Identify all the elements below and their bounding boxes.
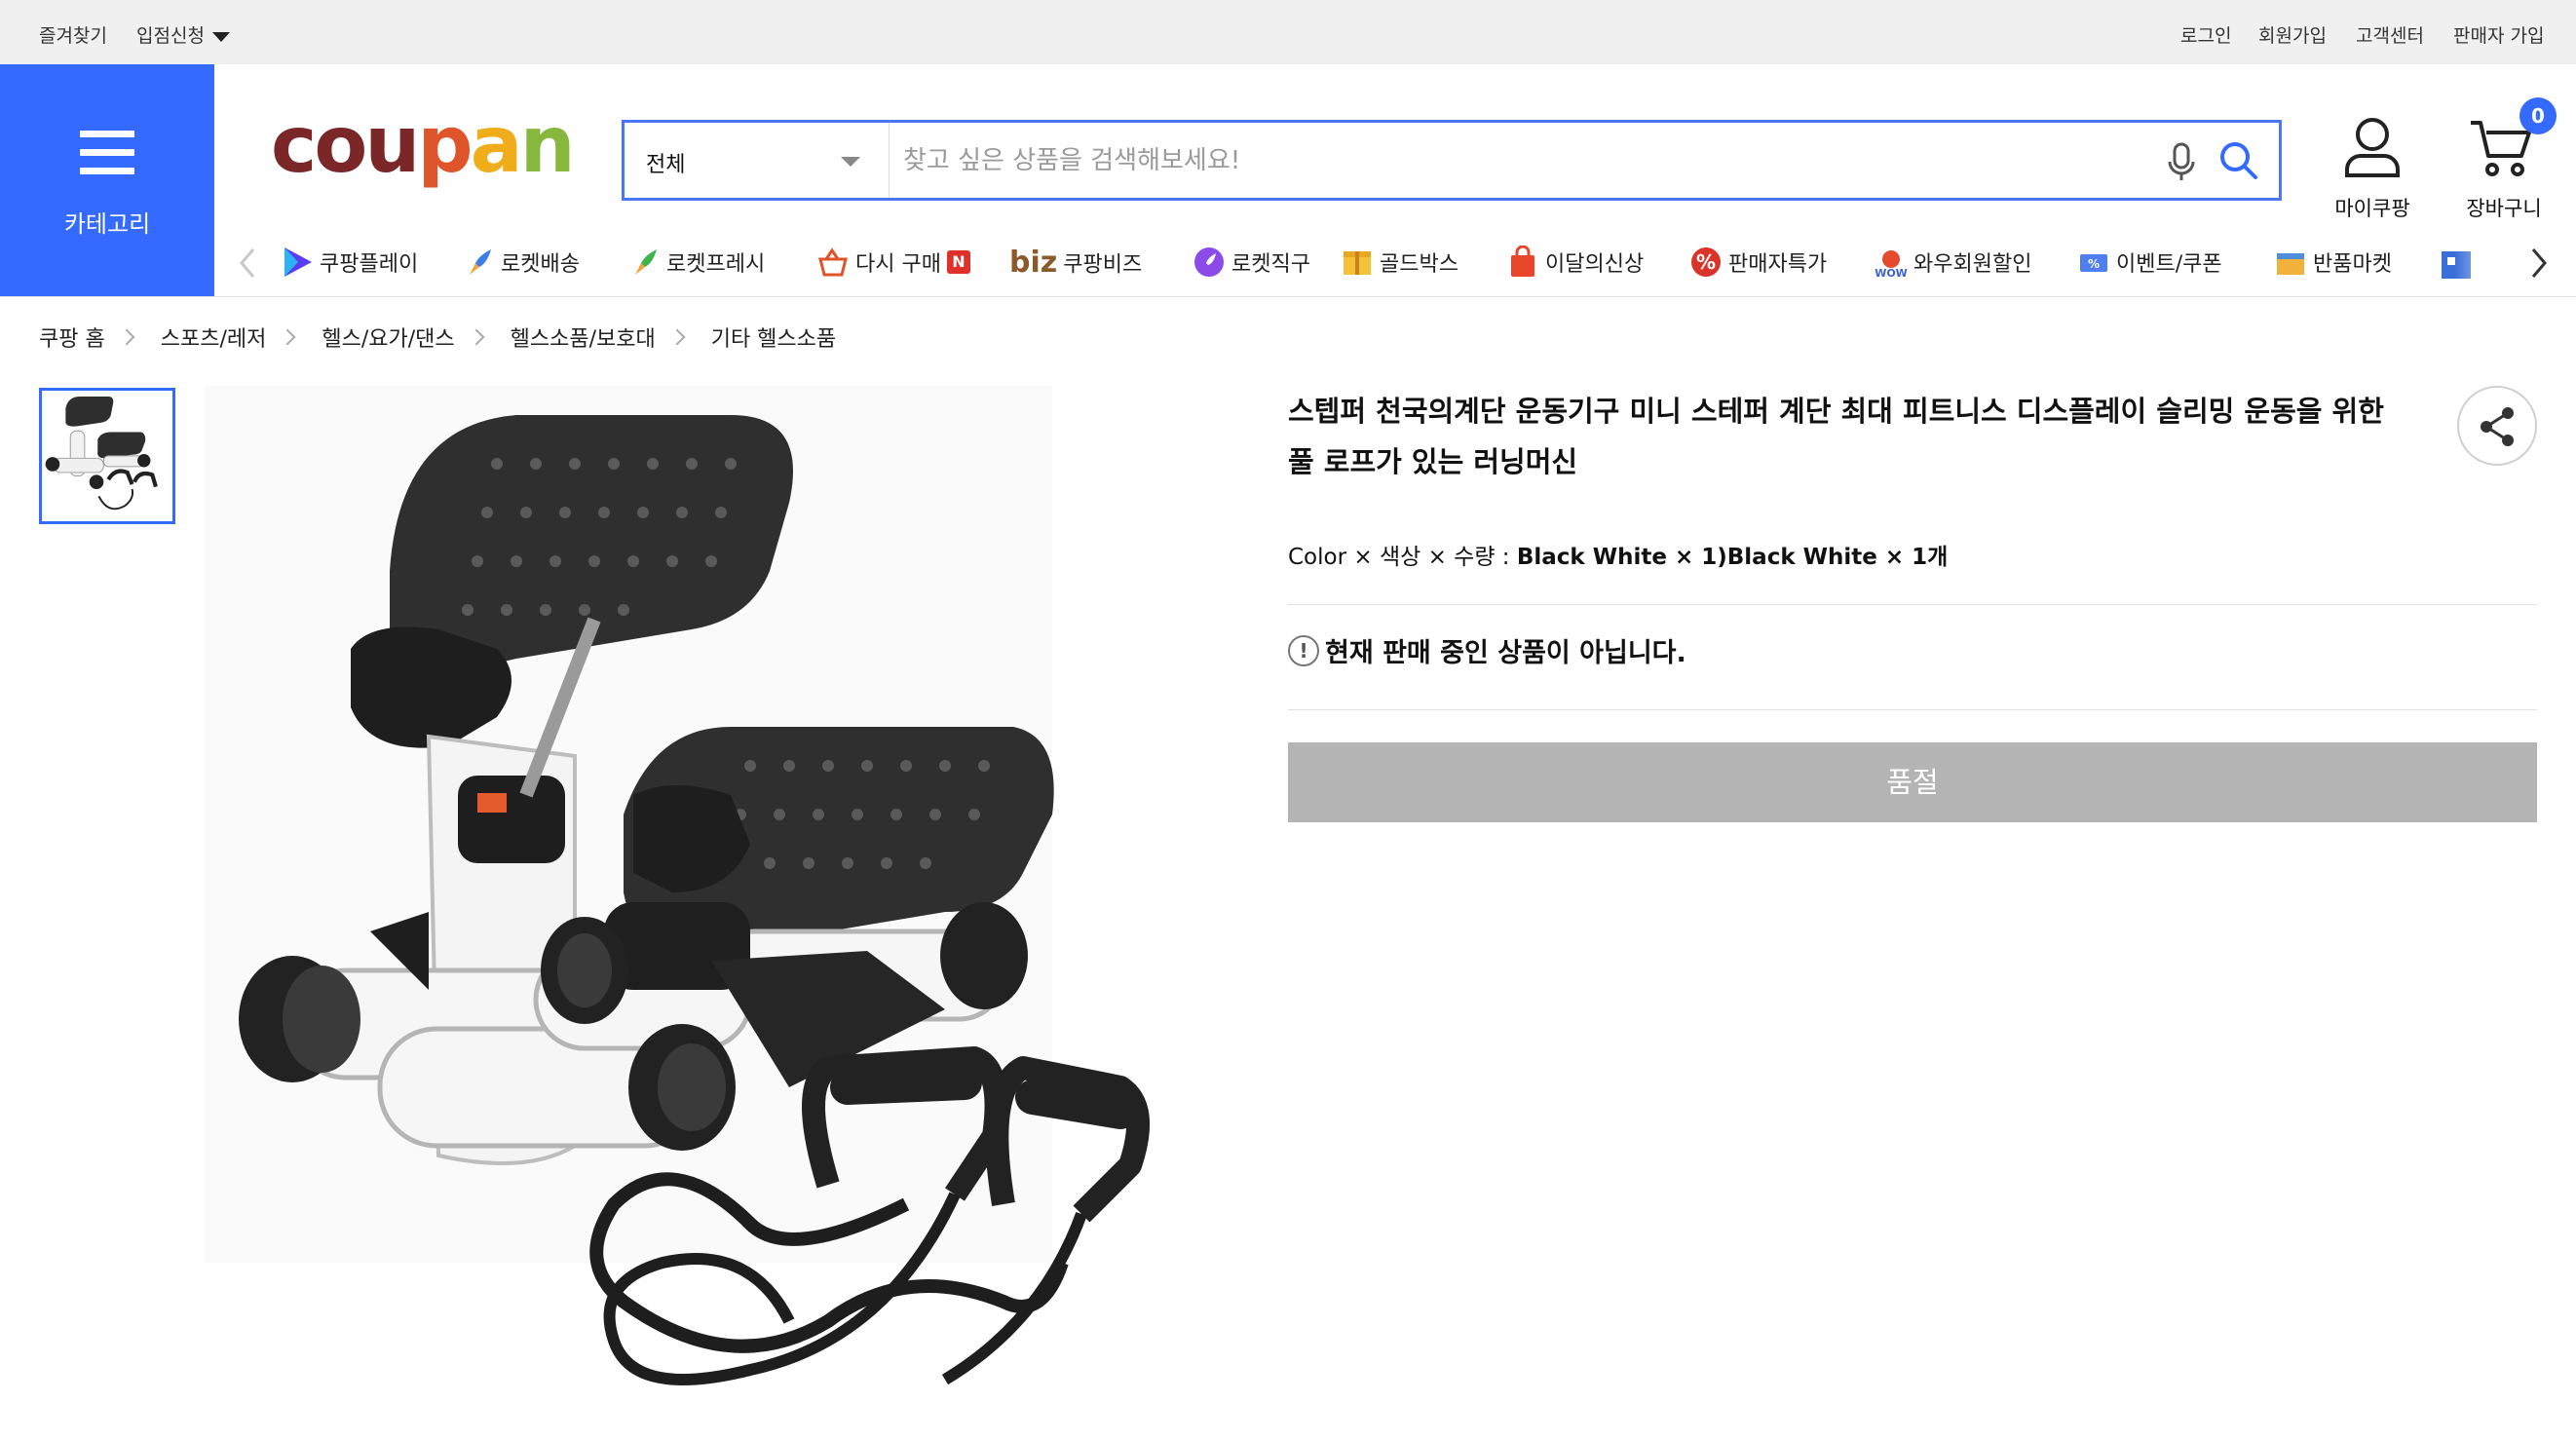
- options-label: Color × 색상 × 수량 :: [1288, 545, 1517, 570]
- chevron-right-icon[interactable]: [2519, 244, 2558, 283]
- nav-item-coupang-play[interactable]: 쿠팡플레이: [281, 246, 418, 284]
- breadcrumb-item-sports[interactable]: 스포츠/레저: [161, 322, 267, 353]
- coupang-logo-mark: coupang: [271, 99, 628, 190]
- chevron-down-icon: [841, 157, 860, 167]
- chevron-right-icon: [279, 328, 296, 346]
- login-link[interactable]: 로그인: [2180, 21, 2231, 48]
- nav-item-monthly-new[interactable]: 이달의신상: [1506, 246, 1644, 284]
- nav-item-seller-deal[interactable]: % 판매자특가: [1689, 246, 1827, 284]
- play-icon: [284, 247, 312, 277]
- cart-count-badge: 0: [2519, 97, 2557, 134]
- goldbox-icon: [1344, 251, 1371, 275]
- search-input[interactable]: [903, 138, 1975, 182]
- chevron-right-icon: [118, 328, 135, 346]
- service-nav-menu: 쿠팡플레이 로켓배송 로켓프레시 다시 구매 N biz 쿠팡비즈 로켓직구 골드박…: [214, 232, 2576, 296]
- new-badge: N: [946, 250, 970, 274]
- search-icon[interactable]: [2216, 138, 2261, 183]
- microphone-icon[interactable]: [2162, 140, 2201, 183]
- breadcrumb-item-home[interactable]: 쿠팡 홈: [39, 322, 105, 353]
- options-value: Black White × 1)Black White × 1개: [1516, 545, 1949, 570]
- svg-text:WOW: WOW: [1875, 267, 1908, 279]
- biz-icon: biz: [1009, 246, 1058, 280]
- product-main-image[interactable]: [205, 386, 1276, 1440]
- return-market-icon: [2277, 253, 2304, 275]
- product-thumbnail[interactable]: [39, 388, 175, 524]
- breadcrumb-item-health-goods[interactable]: 헬스소품/보호대: [511, 322, 656, 353]
- chevron-left-icon[interactable]: [228, 244, 267, 283]
- seller-apply-dropdown[interactable]: 입점신청: [136, 21, 230, 48]
- customer-center-link[interactable]: 고객센터: [2356, 21, 2424, 48]
- nav-item-return-market[interactable]: 반품마켓: [2274, 246, 2392, 284]
- coupon-icon: %: [2080, 254, 2107, 272]
- wow-icon: WOW: [1875, 250, 1908, 279]
- nav-item-wow-discount[interactable]: WOW 와우회원할인: [1875, 246, 2031, 284]
- new-bag-icon: [1511, 246, 1534, 277]
- user-icon: [2345, 118, 2400, 177]
- hamburger-icon: [80, 131, 134, 175]
- mycoupang-label: 마이쿠팡: [2334, 197, 2410, 220]
- breadcrumb-item-health-yoga[interactable]: 헬스/요가/댄스: [322, 322, 454, 353]
- nav-item-rocket-delivery[interactable]: 로켓배송: [462, 246, 580, 284]
- divider: [1288, 604, 2537, 605]
- not-for-sale-text: 현재 판매 중인 상품이 아닙니다.: [1325, 638, 1686, 668]
- selected-options: Color × 색상 × 수량 : Black White × 1)Black …: [1288, 538, 1948, 571]
- nav-item-rocket-fresh[interactable]: 로켓프레시: [627, 246, 765, 284]
- svg-text:coupang: coupang: [271, 103, 573, 190]
- soldout-button[interactable]: 품절: [1288, 742, 2537, 822]
- search-bar: 전체: [622, 120, 2282, 201]
- category-menu-button[interactable]: 카테고리: [0, 64, 214, 296]
- stepper-thumbnail-image: [42, 392, 172, 520]
- chevron-right-icon: [468, 328, 485, 346]
- nav-fade: [2455, 232, 2514, 296]
- favorites-link[interactable]: 즐겨찾기: [39, 21, 107, 48]
- chevron-right-icon: [668, 328, 686, 346]
- breadcrumb-item-other-health[interactable]: 기타 헬스소품: [711, 322, 836, 353]
- signup-link[interactable]: 회원가입: [2258, 21, 2327, 48]
- header-divider: [0, 296, 2576, 297]
- cart-button[interactable]: 0 장바구니: [2445, 97, 2562, 222]
- search-category-value: 전체: [646, 153, 686, 177]
- nav-item-coupang-biz[interactable]: biz 쿠팡비즈: [1009, 246, 1142, 284]
- global-rocket-icon: [1194, 247, 1224, 277]
- basket-icon: [818, 247, 848, 277]
- nav-item-rebuy[interactable]: 다시 구매 N: [816, 246, 970, 284]
- search-category-select[interactable]: 전체: [625, 123, 890, 198]
- nav-item-rocket-direct[interactable]: 로켓직구: [1193, 246, 1310, 284]
- svg-text:%: %: [1696, 250, 1716, 274]
- not-for-sale-notice: ! 현재 판매 중인 상품이 아닙니다.: [1288, 631, 1686, 669]
- cart-label: 장바구니: [2466, 197, 2542, 220]
- caret-down-icon: [211, 31, 230, 42]
- seller-apply-label: 입점신청: [136, 25, 205, 47]
- percent-icon: %: [1691, 247, 1721, 277]
- category-label: 카테고리: [63, 210, 151, 238]
- coupang-logo[interactable]: coupang: [271, 99, 628, 204]
- rocket-fresh-icon: [635, 249, 657, 275]
- mycoupang-button[interactable]: 마이쿠팡: [2319, 115, 2426, 222]
- share-button[interactable]: [2457, 386, 2537, 466]
- svg-text:%: %: [2088, 257, 2100, 271]
- seller-signup-link[interactable]: 판매자 가입: [2453, 21, 2544, 48]
- breadcrumb: 쿠팡 홈 스포츠/레저 헬스/요가/댄스 헬스소품/보호대 기타 헬스소품: [39, 322, 836, 353]
- divider: [1288, 709, 2537, 710]
- nav-item-goldbox[interactable]: 골드박스: [1341, 246, 1458, 284]
- product-title: 스텝퍼 천국의계단 운동기구 미니 스테퍼 계단 최대 피트니스 디스플레이 슬…: [1288, 395, 2384, 478]
- exclamation-icon: !: [1288, 634, 1319, 666]
- top-utility-bar: 즐겨찾기 입점신청 로그인 회원가입 고객센터 판매자 가입: [0, 0, 2576, 64]
- nav-item-event-coupon[interactable]: % 이벤트/쿠폰: [2077, 246, 2222, 284]
- rocket-icon: [470, 249, 491, 275]
- share-icon: [2481, 407, 2514, 446]
